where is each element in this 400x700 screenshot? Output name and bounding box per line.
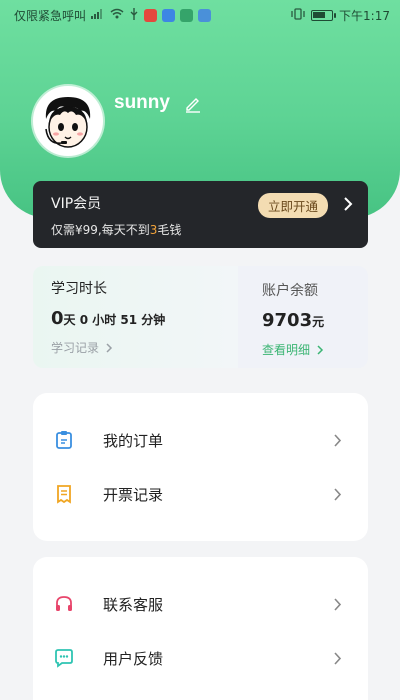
chevron-right-icon: [317, 344, 324, 355]
balance-label: 账户余额: [262, 283, 318, 299]
vip-subtitle-suffix: 毛钱: [157, 223, 182, 237]
study-time-panel: 学习时长 0天 0 小时 51 分钟 学习记录: [33, 266, 238, 368]
balance-unit: 元: [312, 315, 325, 329]
vip-subtitle-prefix: 仅需¥99,每天不到: [51, 223, 150, 237]
status-bar: 仅限紧急呼叫 下午1:17: [0, 0, 400, 30]
usb-icon: [129, 7, 139, 23]
study-time-rest: 0 小时 51 分钟: [75, 313, 166, 327]
calendar-notification-icon: [198, 8, 212, 22]
chevron-right-icon: [334, 652, 342, 665]
invoice-icon: [53, 483, 75, 505]
feedback-icon: [53, 647, 75, 669]
menu-label-orders: 我的订单: [103, 431, 164, 450]
menu-label-customer-service: 联系客服: [103, 595, 164, 614]
menu-card-orders: 我的订单 开票记录: [33, 393, 368, 541]
message-notification-icon: [180, 8, 194, 22]
clock-text: 下午1:17: [339, 8, 390, 23]
study-record-link[interactable]: 学习记录: [51, 339, 220, 356]
balance-amount: 9703: [262, 310, 313, 331]
menu-item-customer-service[interactable]: 联系客服: [33, 577, 368, 631]
balance-detail-label: 查看明细: [262, 343, 311, 357]
avatar[interactable]: [33, 86, 103, 156]
balance-detail-link[interactable]: 查看明细: [262, 341, 344, 358]
chevron-right-icon[interactable]: [342, 197, 354, 211]
study-days: 0: [51, 308, 64, 329]
headset-icon: [53, 593, 75, 615]
vip-subtitle: 仅需¥99,每天不到3毛钱: [51, 221, 350, 238]
carrier-text: 仅限紧急呼叫: [14, 8, 87, 23]
balance-panel: 账户余额 9703元 查看明细: [238, 266, 368, 368]
menu-item-feedback[interactable]: 用户反馈: [33, 631, 368, 685]
stats-panel: 学习时长 0天 0 小时 51 分钟 学习记录 账户余额 9703元 查看明细: [33, 266, 368, 368]
mail-notification-icon: [162, 8, 176, 22]
chevron-right-icon: [106, 342, 113, 353]
wifi-icon: [110, 8, 124, 22]
study-record-label: 学习记录: [51, 341, 100, 355]
menu-card-support: 联系客服 用户反馈: [33, 557, 368, 700]
vip-card[interactable]: VIP会员 仅需¥99,每天不到3毛钱 立即开通: [33, 181, 368, 248]
order-icon: [53, 429, 75, 451]
menu-item-invoices[interactable]: 开票记录: [33, 467, 368, 521]
username: sunny: [114, 92, 170, 113]
chevron-right-icon: [334, 434, 342, 447]
study-time-value: 0天 0 小时 51 分钟: [51, 308, 220, 329]
app-notification-icon: [144, 8, 158, 22]
menu-label-feedback: 用户反馈: [103, 649, 164, 668]
menu-label-invoices: 开票记录: [103, 485, 164, 504]
chevron-right-icon: [334, 598, 342, 611]
chevron-right-icon: [334, 488, 342, 501]
vibrate-icon: [291, 7, 305, 23]
menu-item-orders[interactable]: 我的订单: [33, 413, 368, 467]
signal-icon: [91, 8, 105, 22]
battery-icon: [311, 9, 337, 21]
study-days-unit: 天: [63, 313, 76, 327]
balance-value: 9703元: [262, 310, 344, 331]
study-time-label: 学习时长: [51, 281, 107, 297]
edit-icon[interactable]: [184, 95, 202, 113]
vip-open-button[interactable]: 立即开通: [257, 193, 328, 218]
